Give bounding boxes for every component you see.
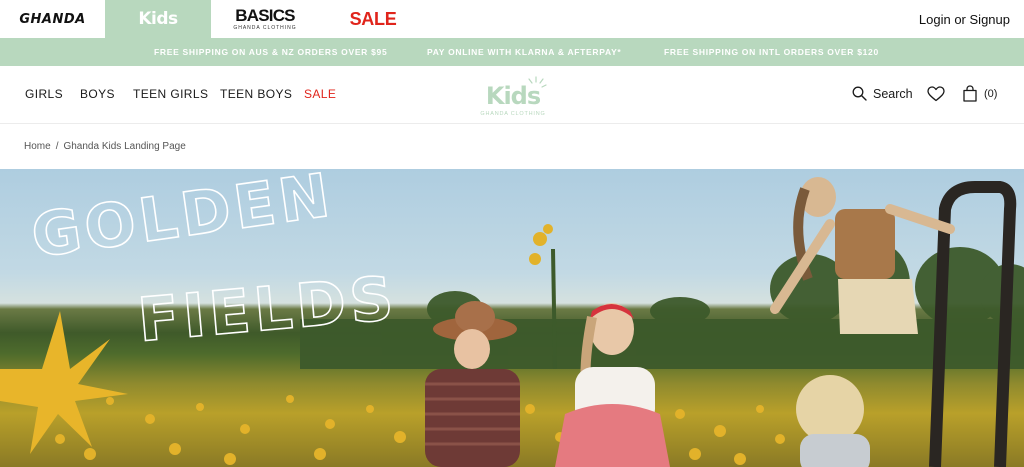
- main-nav: GIRLS BOYS TEEN GIRLS TEEN BOYS SALE Kid…: [0, 66, 1024, 124]
- announcement-shipping-aus: FREE SHIPPING ON AUS & NZ ORDERS OVER $9…: [154, 47, 388, 57]
- basics-sublabel: GHANDA CLOTHING: [233, 25, 297, 31]
- hero-heading-golden: GOLDEN: [27, 169, 337, 272]
- logo-text: Kids: [486, 82, 541, 110]
- ghanda-logo: GHANDA: [19, 11, 86, 27]
- brand-tab-sale[interactable]: SALE: [340, 0, 406, 38]
- hero-banner[interactable]: GOLDEN FIELDS: [0, 169, 1024, 467]
- kids-logo-center[interactable]: Kids GHANDA CLOTHING: [476, 74, 550, 118]
- sale-logo: SALE: [349, 8, 397, 29]
- hero-photo-golden-fields: GOLDEN FIELDS: [0, 169, 1024, 467]
- kids-logo: Kids: [138, 9, 178, 29]
- shopping-bag-icon: [963, 85, 977, 102]
- announcement-klarna-afterpay: PAY ONLINE WITH KLARNA & AFTERPAY*: [427, 47, 622, 57]
- nav-item-boys[interactable]: BOYS: [80, 87, 115, 101]
- search-button[interactable]: Search: [852, 86, 913, 101]
- logo-subtext: GHANDA CLOTHING: [480, 111, 545, 117]
- breadcrumb: Home / Ghanda Kids Landing Page: [24, 141, 186, 152]
- basics-logo: BASICS: [235, 6, 295, 25]
- breadcrumb-home[interactable]: Home: [24, 141, 51, 152]
- nav-item-teen-girls[interactable]: TEEN GIRLS: [133, 87, 208, 101]
- search-label: Search: [873, 86, 913, 101]
- breadcrumb-current: Ghanda Kids Landing Page: [63, 141, 186, 152]
- login-or-text: or: [950, 11, 970, 27]
- search-icon: [852, 86, 867, 101]
- nav-item-girls[interactable]: GIRLS: [25, 87, 63, 101]
- brand-bar: GHANDA Kids BASICS GHANDA CLOTHING SALE …: [0, 0, 1024, 38]
- cart-count: (0): [984, 87, 998, 100]
- login-link[interactable]: Login: [919, 12, 951, 27]
- brand-tab-kids[interactable]: Kids: [105, 0, 211, 38]
- wishlist-button[interactable]: [927, 86, 945, 107]
- brand-tab-ghanda[interactable]: GHANDA: [0, 0, 105, 38]
- yellow-star-sticker: [0, 311, 128, 454]
- nav-item-teen-boys[interactable]: TEEN BOYS: [220, 87, 292, 101]
- heart-icon: [927, 86, 945, 102]
- announcement-shipping-intl: FREE SHIPPING ON INTL ORDERS OVER $120: [664, 47, 879, 57]
- ghanda-kids-logo-graphic: Kids GHANDA CLOTHING: [480, 76, 547, 117]
- cart-button[interactable]: (0): [962, 85, 997, 102]
- account-links: Login or Signup: [919, 0, 1010, 38]
- announcement-bar: FREE SHIPPING ON AUS & NZ ORDERS OVER $9…: [0, 38, 1024, 66]
- breadcrumb-separator: /: [55, 141, 59, 152]
- brand-tab-basics[interactable]: BASICS GHANDA CLOTHING: [225, 0, 305, 38]
- signup-link[interactable]: Signup: [970, 12, 1010, 27]
- nav-item-sale[interactable]: SALE: [304, 87, 336, 101]
